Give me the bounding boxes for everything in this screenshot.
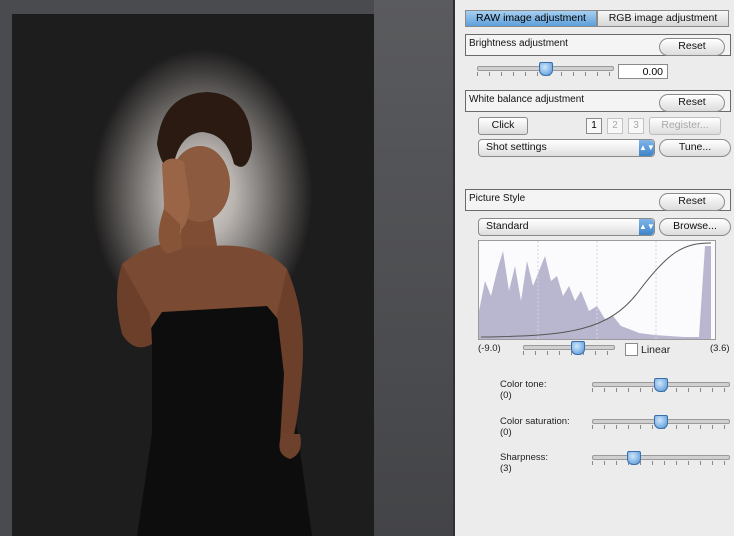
picture-style-select[interactable]: Standard ▲▼	[478, 218, 655, 236]
brightness-slider-thumb[interactable]	[538, 62, 553, 76]
wb-preset-3-button[interactable]: 3	[628, 118, 644, 134]
param-value-2: (3)	[500, 463, 512, 474]
picture-style-select-value: Standard	[486, 220, 529, 232]
select-arrows-icon: ▲▼	[639, 140, 655, 156]
white-balance-section-header: White balance adjustment Reset	[465, 90, 731, 112]
adjustment-panel: RAW image adjustment RGB image adjustmen…	[453, 0, 734, 536]
brightness-reset-button[interactable]: Reset	[659, 38, 725, 56]
photo-preview[interactable]	[12, 14, 374, 536]
adjustment-tabs: RAW image adjustment RGB image adjustmen…	[465, 10, 729, 27]
wb-preset-1-button[interactable]: 1	[586, 118, 602, 134]
image-viewer	[0, 0, 453, 536]
white-balance-select[interactable]: Shot settings ▲▼	[478, 139, 655, 157]
register-button[interactable]: Register...	[649, 117, 721, 135]
param-label-1: Color saturation:	[500, 416, 570, 427]
tab-raw-image-adjustment[interactable]: RAW image adjustment	[465, 10, 597, 27]
param-slider-thumb-2[interactable]	[626, 451, 641, 465]
brightness-value-field[interactable]: 0.00	[618, 64, 668, 79]
browse-button[interactable]: Browse...	[659, 218, 731, 236]
picture-style-section-header: Picture Style Reset	[465, 189, 731, 211]
white-balance-title: White balance adjustment	[469, 94, 585, 105]
linear-label: Linear	[641, 344, 671, 356]
tone-curve-histogram[interactable]	[478, 240, 716, 340]
tab-rgb-image-adjustment[interactable]: RGB image adjustment	[597, 10, 729, 27]
wb-preset-2-button[interactable]: 2	[607, 118, 623, 134]
brightness-section-header: Brightness adjustment Reset	[465, 34, 731, 56]
curve-range-max-label: (3.6)	[710, 343, 730, 354]
picture-style-reset-button[interactable]: Reset	[659, 193, 725, 211]
param-slider-thumb-1[interactable]	[654, 415, 668, 429]
white-balance-reset-button[interactable]: Reset	[659, 94, 725, 112]
param-label-2: Sharpness:	[500, 452, 549, 463]
param-slider-thumb-0[interactable]	[654, 378, 668, 392]
curve-range-min-label: (-9.0)	[478, 343, 501, 354]
select-arrows-icon: ▲▼	[639, 219, 655, 235]
param-value-1: (0)	[500, 427, 512, 438]
param-label-0: Color tone:	[500, 379, 547, 390]
curve-slider-thumb[interactable]	[571, 341, 585, 355]
linear-checkbox[interactable]	[625, 343, 638, 356]
tune-button[interactable]: Tune...	[659, 139, 731, 157]
picture-style-title: Picture Style	[469, 193, 526, 204]
click-white-balance-button[interactable]: Click	[478, 117, 528, 135]
viewer-background	[374, 0, 453, 536]
photo-subject	[117, 92, 312, 536]
param-value-0: (0)	[500, 390, 512, 401]
brightness-title: Brightness adjustment	[469, 38, 568, 49]
white-balance-select-value: Shot settings	[486, 141, 547, 153]
